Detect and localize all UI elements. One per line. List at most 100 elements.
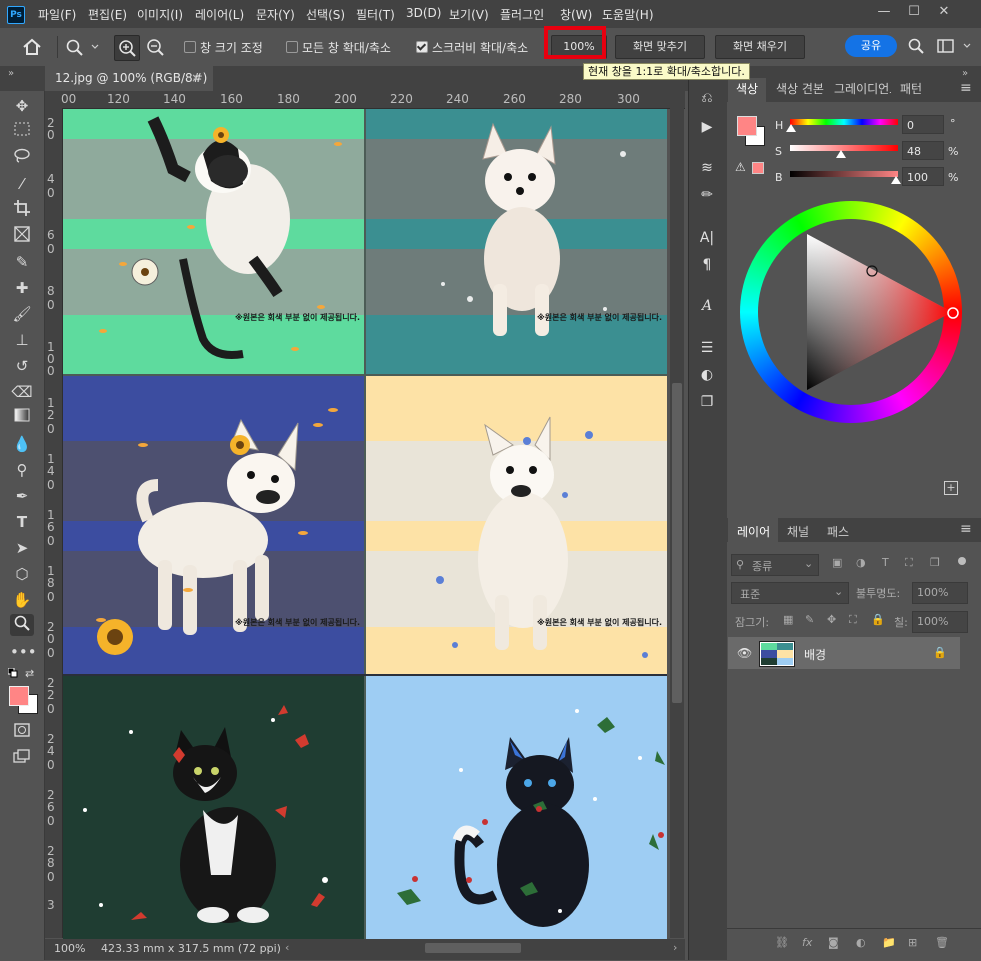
swap-colors-icon[interactable]: ⇄: [25, 667, 34, 680]
layer-visibility-icon[interactable]: 👁: [737, 646, 752, 660]
healing-brush-tool-icon[interactable]: ✚: [10, 277, 34, 299]
document-tab[interactable]: 12.jpg @ 100% (RGB/8#) ×: [45, 66, 213, 91]
saturation-value-field[interactable]: 48: [902, 141, 944, 160]
history-panel-icon[interactable]: ⎌: [696, 88, 718, 108]
path-selection-tool-icon[interactable]: ➤: [10, 537, 34, 559]
pen-tool-icon[interactable]: ✒: [10, 485, 34, 507]
lock-all-icon[interactable]: 🔒: [871, 613, 885, 626]
new-group-icon[interactable]: 📁: [882, 936, 896, 949]
tab-channels[interactable]: 채널: [787, 523, 809, 540]
brightness-slider[interactable]: [790, 171, 898, 177]
filter-pixel-icon[interactable]: ▣: [832, 556, 842, 569]
status-menu-arrow-icon[interactable]: ›: [266, 941, 270, 954]
foreground-color-swatch[interactable]: [9, 686, 29, 706]
lock-position-icon[interactable]: ✥: [827, 613, 836, 626]
menu-item[interactable]: 파일(F): [38, 6, 76, 23]
magic-wand-tool-icon[interactable]: ⁄: [10, 173, 34, 195]
layer-style-icon[interactable]: fx: [802, 936, 812, 949]
filter-type-icon[interactable]: T: [882, 556, 889, 569]
zoom-tool-preset-picker[interactable]: [57, 36, 100, 58]
default-colors-icon[interactable]: [7, 667, 18, 678]
horizontal-scroll-thumb[interactable]: [425, 943, 521, 953]
tab-swatches[interactable]: 색상 견본: [776, 80, 824, 97]
eyedropper-tool-icon[interactable]: ✎: [10, 251, 34, 273]
filter-shape-icon[interactable]: ⛶: [905, 556, 913, 570]
add-color-swatch-icon[interactable]: +: [944, 481, 958, 495]
new-adjustment-layer-icon[interactable]: ◐: [856, 936, 866, 949]
scroll-right-icon[interactable]: ›: [673, 941, 677, 954]
color-panel-foreground-swatch[interactable]: [737, 116, 757, 136]
blend-mode-dropdown[interactable]: 표준 ⌄: [731, 582, 849, 604]
gamut-swatch[interactable]: [752, 162, 764, 174]
add-mask-icon[interactable]: ◙: [828, 936, 839, 949]
filter-adjustment-icon[interactable]: ◑: [856, 556, 866, 569]
frame-tool-icon[interactable]: [10, 225, 34, 247]
lock-transparency-icon[interactable]: ▦: [783, 613, 793, 626]
more-tools-icon[interactable]: •••: [10, 641, 37, 663]
hue-value-field[interactable]: 0: [902, 115, 944, 134]
history-brush-tool-icon[interactable]: ↺: [10, 355, 34, 377]
tab-patterns[interactable]: 패턴: [900, 80, 922, 97]
screen-mode-icon[interactable]: [10, 749, 34, 771]
search-icon[interactable]: [907, 37, 925, 55]
layers-panel-menu-icon[interactable]: ≡: [960, 521, 972, 537]
vertical-scroll-thumb[interactable]: [672, 383, 682, 703]
status-zoom[interactable]: 100%: [54, 942, 85, 955]
shape-tool-icon[interactable]: ⬡: [10, 563, 34, 585]
tab-paths[interactable]: 패스: [827, 523, 849, 540]
layer-name[interactable]: 배경: [804, 646, 826, 663]
gradient-tool-icon[interactable]: [10, 407, 34, 429]
brush-settings-icon[interactable]: ≋: [696, 158, 718, 178]
panel-menu-icon[interactable]: ≡: [960, 80, 972, 96]
opacity-field[interactable]: 100%: [912, 582, 968, 604]
menu-item[interactable]: 도움말(H): [602, 6, 654, 23]
hand-tool-icon[interactable]: ✋: [10, 589, 34, 611]
layer-filter-dropdown[interactable]: ⚲ 종류 ⌄: [731, 554, 819, 576]
close-window-button[interactable]: ✕: [932, 2, 956, 22]
properties-panel-icon[interactable]: ◐: [696, 365, 718, 385]
tab-color[interactable]: 색상: [736, 80, 758, 97]
quick-mask-icon[interactable]: [10, 722, 34, 744]
share-button[interactable]: 공유: [845, 35, 897, 57]
resize-windows-checkbox[interactable]: [184, 41, 196, 53]
menu-item[interactable]: 편집(E): [88, 6, 127, 23]
lasso-tool-icon[interactable]: [10, 147, 34, 169]
menu-item[interactable]: 필터(T): [356, 6, 395, 23]
workspace-icon[interactable]: [936, 37, 976, 55]
vertical-scrollbar[interactable]: [670, 108, 684, 938]
type-tool-icon[interactable]: T: [10, 511, 34, 533]
zoom-tool-icon[interactable]: [10, 614, 34, 636]
layer-row[interactable]: 👁 배경 🔒: [728, 637, 960, 669]
delete-layer-icon[interactable]: 🗑: [935, 936, 949, 949]
saturation-slider-thumb[interactable]: [836, 150, 846, 158]
adjustments-panel-icon[interactable]: ☰: [696, 338, 718, 358]
hue-slider-thumb[interactable]: [786, 124, 796, 132]
document-canvas[interactable]: ※원본은 회색 부분 없이 제공됩니다. ※원본은 회색 부분 없이 제공됩니다…: [63, 109, 667, 939]
link-layers-icon[interactable]: ⛓: [775, 936, 789, 949]
tab-gradients[interactable]: 그레이디언트: [834, 80, 891, 97]
scrubby-zoom-checkbox[interactable]: [416, 41, 428, 53]
collapse-toolbar-icon[interactable]: »: [8, 68, 14, 79]
clone-stamp-tool-icon[interactable]: ⊥: [10, 329, 34, 351]
fill-screen-button[interactable]: 화면 채우기: [715, 35, 805, 59]
crop-tool-icon[interactable]: [10, 199, 34, 221]
fill-field[interactable]: 100%: [912, 611, 968, 633]
zoom-out-icon[interactable]: [143, 35, 167, 59]
color-triangle[interactable]: [740, 201, 962, 423]
brightness-value-field[interactable]: 100: [902, 167, 944, 186]
character-panel-icon[interactable]: A|: [696, 228, 718, 248]
brush-tool-icon[interactable]: 🖌: [10, 303, 34, 325]
lock-image-icon[interactable]: ✎: [805, 613, 814, 626]
eraser-tool-icon[interactable]: ⌫: [10, 381, 34, 403]
maximize-button[interactable]: ☐: [902, 2, 926, 22]
menu-item[interactable]: 3D(D): [406, 6, 441, 20]
menu-item[interactable]: 레이어(L): [195, 6, 244, 23]
glyphs-panel-icon[interactable]: A: [696, 296, 718, 316]
fit-screen-button[interactable]: 화면 맞추기: [615, 35, 705, 59]
scroll-left-icon[interactable]: ‹: [285, 941, 289, 954]
libraries-panel-icon[interactable]: ❐: [696, 392, 718, 412]
actions-panel-icon[interactable]: ▶: [696, 117, 718, 137]
marquee-tool-icon[interactable]: [10, 121, 34, 143]
menu-item[interactable]: 창(W): [560, 6, 592, 23]
minimize-button[interactable]: —: [872, 2, 896, 22]
